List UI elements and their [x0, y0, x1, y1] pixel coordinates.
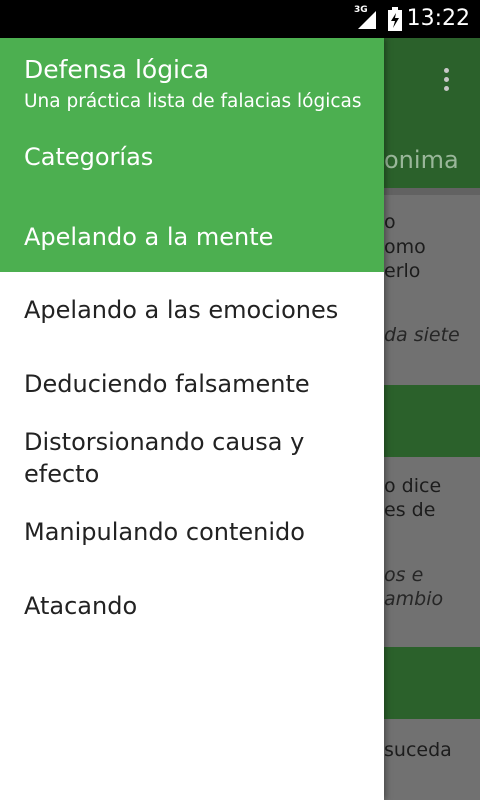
section-title: Categorías [24, 143, 154, 171]
clock: 13:22 [406, 6, 470, 31]
battery-charging-icon [388, 7, 402, 31]
drawer-title: Defensa lógica [24, 55, 210, 84]
drawer-item-manipulando-contenido[interactable]: Manipulando contenido [0, 516, 384, 548]
drawer-item-atacando[interactable]: Atacando [0, 590, 384, 622]
signal-icon [358, 11, 376, 29]
drawer-subtitle: Una práctica lista de falacias lógicas [24, 91, 362, 112]
drawer-item-distorsionando-causa-y-efecto[interactable]: Distorsionando causa y efecto [0, 426, 384, 490]
navigation-drawer: Defensa lógica Una práctica lista de fal… [0, 38, 384, 800]
drawer-item-deduciendo-falsamente[interactable]: Deduciendo falsamente [0, 368, 384, 400]
status-bar: 3G 13:22 [0, 0, 480, 38]
drawer-item-apelando-a-la-mente[interactable]: Apelando a la mente [0, 221, 384, 253]
drawer-item-apelando-a-las-emociones[interactable]: Apelando a las emociones [0, 294, 384, 326]
